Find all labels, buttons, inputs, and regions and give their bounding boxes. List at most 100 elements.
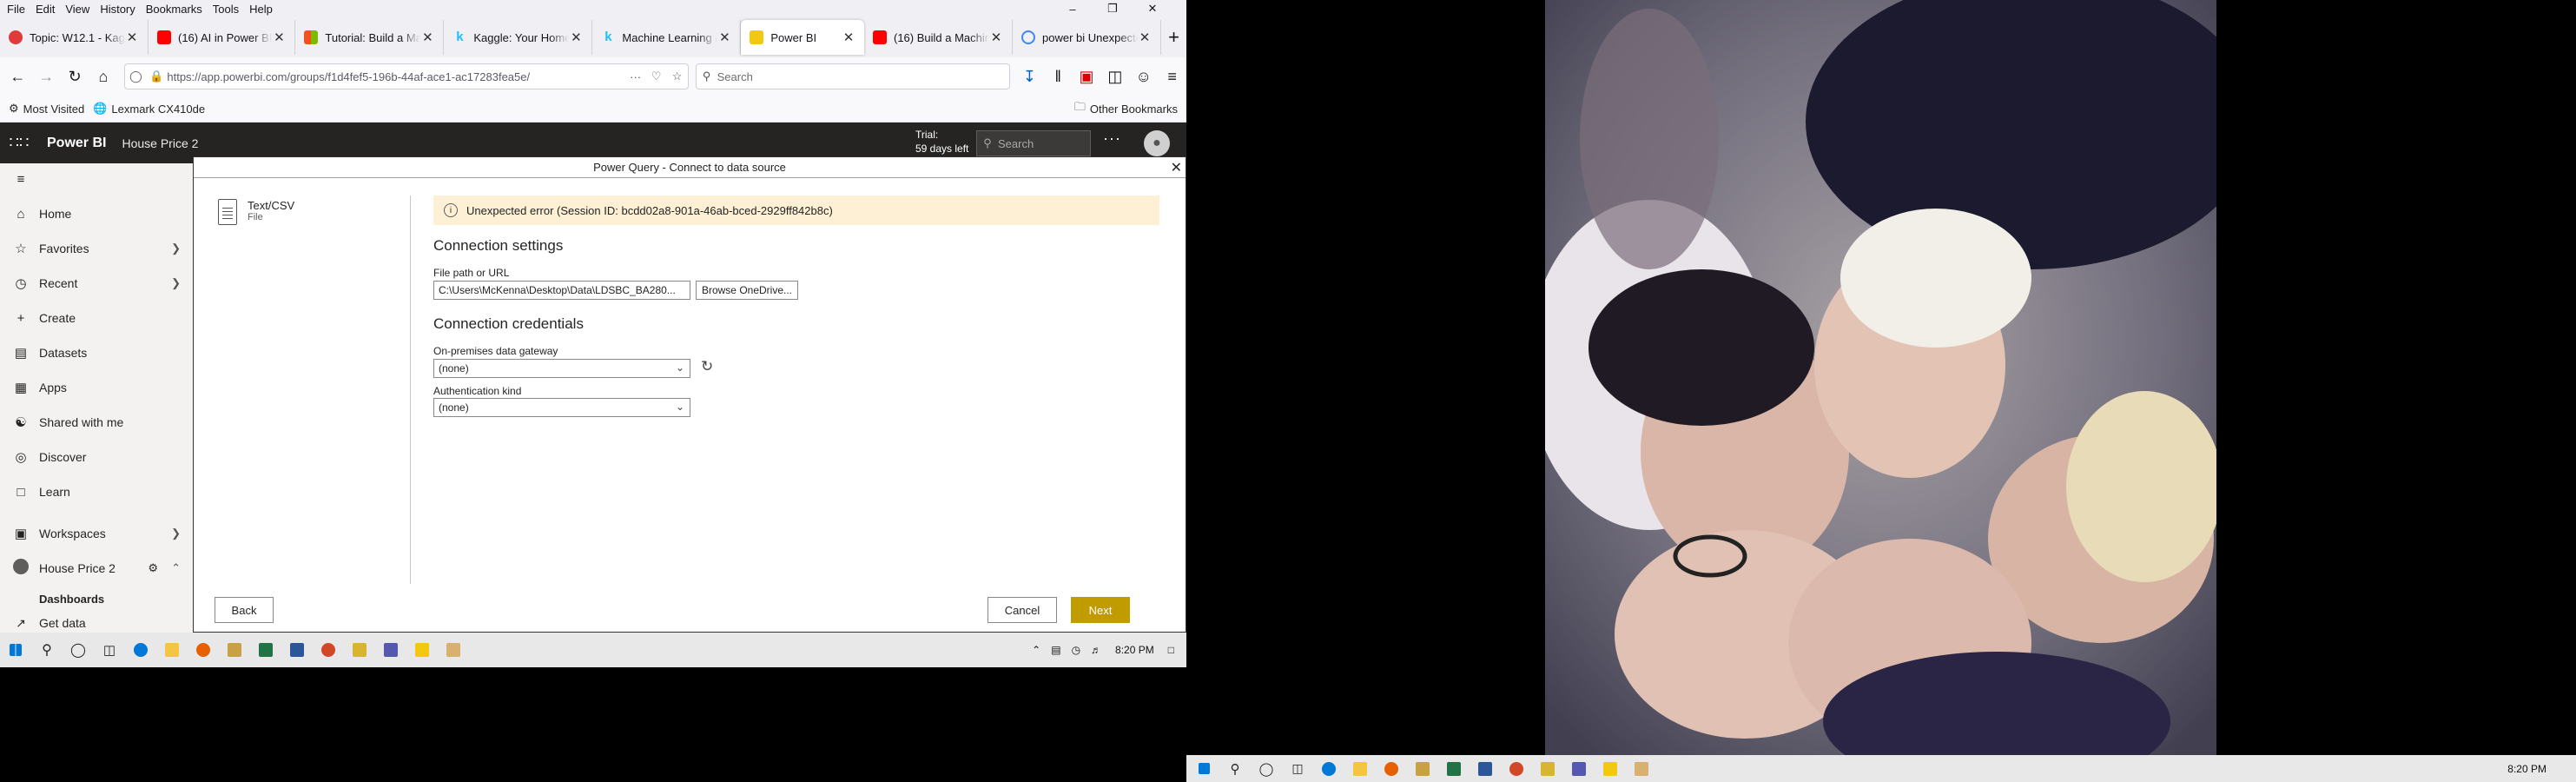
user-avatar[interactable]: ● [1144, 130, 1170, 156]
tab-kaggle-topic[interactable]: Topic: W12.1 - Kaggle✕ [0, 20, 149, 55]
connector-text-csv[interactable]: Text/CSV File [218, 199, 400, 225]
tab-google-search[interactable]: power bi Unexpecte ✕ [1013, 20, 1161, 55]
forward-arrow-icon[interactable]: → [32, 63, 61, 90]
tab-ms-tutorial[interactable]: Tutorial: Build a Ma ✕ [295, 20, 445, 55]
download-icon[interactable]: ↧ [1015, 63, 1044, 90]
home-icon[interactable]: ⌂ [89, 63, 118, 90]
powerpoint-icon[interactable] [313, 633, 344, 667]
nav-item-home[interactable]: ⌂ Home [0, 198, 193, 229]
tab-youtube-ai[interactable]: (16) AI in Power BI ✕ [149, 20, 296, 55]
nav-item-house-price-2[interactable]: House Price 2 ⚙ ⌃ [0, 553, 193, 584]
tab-close-icon[interactable]: ✕ [989, 30, 1003, 45]
powerbi-app-name[interactable]: Power BI [47, 136, 106, 151]
account-icon[interactable]: ☺ [1129, 63, 1158, 90]
tab-close-icon[interactable]: ✕ [1138, 30, 1152, 45]
dialog-close-icon[interactable]: ✕ [1171, 159, 1182, 176]
menu-help[interactable]: Help [244, 3, 278, 16]
url-text[interactable]: https://app.powerbi.com/groups/f1d4fef5-… [167, 70, 624, 83]
word-icon[interactable] [1470, 755, 1501, 782]
nav-item-apps[interactable]: ▦ Apps [0, 372, 193, 403]
app-icon[interactable] [344, 633, 375, 667]
app-launcher-waffle-icon[interactable]: ∷∷ [0, 123, 38, 163]
tab-close-icon[interactable]: ✕ [420, 30, 434, 45]
search-icon[interactable]: ⚲ [1219, 755, 1251, 782]
wifi-icon[interactable]: ◷ [1072, 644, 1080, 656]
edge-icon[interactable] [1313, 755, 1344, 782]
menu-history[interactable]: History [95, 3, 140, 16]
workspace-settings-icon[interactable]: ⚙ [148, 561, 158, 575]
clock-time[interactable]: 8:20 PM [1115, 644, 1154, 656]
task-view-icon[interactable]: ◫ [94, 633, 125, 667]
tab-close-icon[interactable]: ✕ [842, 30, 855, 45]
menu-edit[interactable]: Edit [30, 3, 60, 16]
back-button[interactable]: Back [215, 597, 274, 623]
teams-icon[interactable] [1563, 755, 1595, 782]
tab-kaggle-ml[interactable]: k Machine Learning & ✕ [592, 20, 742, 55]
excel-icon[interactable] [250, 633, 281, 667]
tab-close-icon[interactable]: ✕ [272, 30, 286, 45]
powerpoint-icon[interactable] [1501, 755, 1532, 782]
excel-icon[interactable] [1438, 755, 1470, 782]
nav-item-shared[interactable]: ☯ Shared with me [0, 407, 193, 438]
tab-close-icon[interactable]: ✕ [125, 30, 139, 45]
hamburger-menu-icon[interactable]: ≡ [1158, 63, 1186, 90]
app-icon[interactable] [1407, 755, 1438, 782]
sidebar-icon[interactable]: ◫ [1100, 63, 1129, 90]
powerbi-icon[interactable] [1595, 755, 1626, 782]
refresh-icon[interactable]: ↻ [701, 358, 713, 375]
cortana-icon[interactable]: ◯ [1251, 755, 1282, 782]
browser-search-box[interactable]: ⚲ Search [695, 63, 1010, 89]
search-icon[interactable]: ⚲ [31, 633, 63, 667]
bookmark-star-icon[interactable]: ☆ [667, 70, 688, 83]
next-button[interactable]: Next [1071, 597, 1130, 623]
file-explorer-icon[interactable] [1344, 755, 1376, 782]
windows-start-icon[interactable] [1188, 755, 1219, 782]
menu-view[interactable]: View [60, 3, 95, 16]
teams-icon[interactable] [375, 633, 406, 667]
volume-icon[interactable]: ♬ [1091, 644, 1101, 656]
header-workspace-name[interactable]: House Price 2 [122, 136, 198, 150]
gateway-select[interactable]: (none) ⌄ [433, 359, 690, 378]
network-icon[interactable]: ▤ [1051, 644, 1060, 656]
minimize-button[interactable]: – [1053, 0, 1093, 17]
nav-item-discover[interactable]: ◎ Discover [0, 441, 193, 473]
menu-bookmarks[interactable]: Bookmarks [141, 3, 208, 16]
app-icon[interactable] [219, 633, 250, 667]
more-options-icon[interactable]: ··· [1103, 129, 1121, 148]
word-icon[interactable] [281, 633, 313, 667]
nav-item-get-data[interactable]: ↗ Get data [0, 613, 193, 633]
nav-item-learn[interactable]: □ Learn [0, 476, 193, 507]
app-icon[interactable] [438, 633, 469, 667]
new-tab-button[interactable]: + [1161, 20, 1186, 55]
library-icon[interactable]: ‖ [1044, 63, 1073, 90]
bookmark-lexmark[interactable]: 🌐 Lexmark CX410de [93, 102, 205, 116]
tab-close-icon[interactable]: ✕ [569, 30, 583, 45]
tab-youtube-build[interactable]: (16) Build a Machin ✕ [864, 20, 1013, 55]
nav-collapse[interactable]: ≡ [0, 163, 193, 195]
nav-item-create[interactable]: + Create [0, 302, 193, 334]
firefox-icon[interactable] [188, 633, 219, 667]
menu-tools[interactable]: Tools [208, 3, 244, 16]
extension-icon[interactable]: ▣ [1073, 63, 1101, 90]
app-icon[interactable] [1532, 755, 1563, 782]
task-view-icon[interactable]: ◫ [1282, 755, 1313, 782]
clock-time[interactable]: 8:20 PM [2507, 755, 2546, 782]
reload-icon[interactable]: ↻ [61, 63, 89, 90]
windows-start-icon[interactable] [0, 633, 31, 667]
edge-icon[interactable] [125, 633, 156, 667]
firefox-icon[interactable] [1376, 755, 1407, 782]
trial-status[interactable]: Trial: 59 days left [915, 128, 968, 156]
file-explorer-icon[interactable] [156, 633, 188, 667]
tab-power-bi[interactable]: Power BI ✕ [741, 20, 864, 55]
powerbi-search-box[interactable]: ⚲ Search [976, 130, 1091, 156]
chevron-up-icon[interactable]: ⌃ [1032, 644, 1040, 656]
cancel-button[interactable]: Cancel [987, 597, 1057, 623]
nav-item-datasets[interactable]: ▤ Datasets [0, 337, 193, 368]
cortana-icon[interactable]: ◯ [63, 633, 94, 667]
window-close-button[interactable]: ✕ [1133, 0, 1172, 17]
bookmark-most-visited[interactable]: ⚙ Most Visited [9, 102, 84, 116]
app-icon[interactable] [1626, 755, 1657, 782]
notification-icon[interactable]: □ [1168, 644, 1174, 656]
tab-kaggle-home[interactable]: k Kaggle: Your Home ✕ [444, 20, 593, 55]
nav-item-dashboards[interactable]: Dashboards [0, 587, 193, 610]
